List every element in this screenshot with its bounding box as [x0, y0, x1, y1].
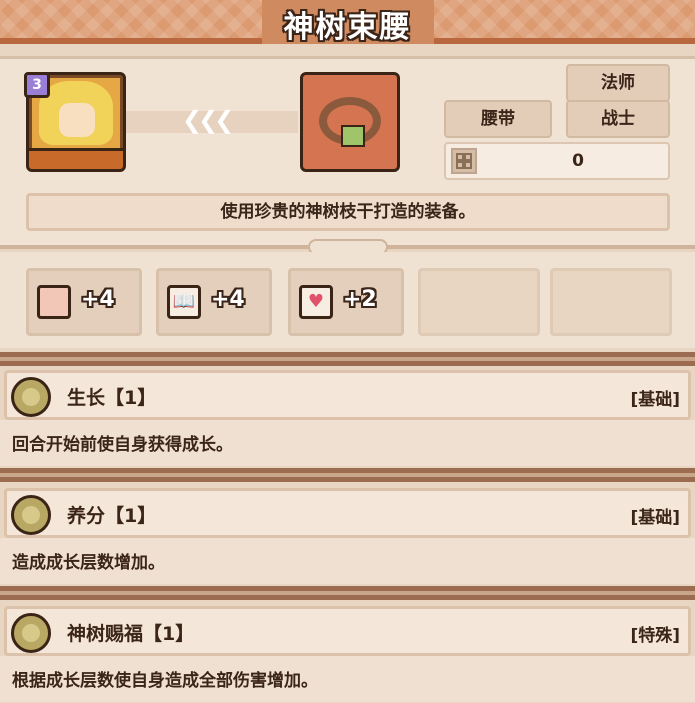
skill-type: [特殊]	[630, 626, 680, 646]
fist-icon	[37, 285, 71, 319]
belt-item-icon	[300, 72, 400, 172]
grid-cell	[456, 161, 464, 169]
item-title: 神树束腰	[283, 10, 412, 45]
stat-strength: +4	[26, 268, 142, 336]
hero-level-badge: 3	[24, 72, 50, 98]
item-description: 使用珍贵的神树枝干打造的装备。	[26, 193, 670, 231]
book-icon: 📖	[167, 285, 201, 319]
skill-description: 根据成长层数使自身造成全部伤害增加。	[12, 671, 318, 691]
skill-body: 根据成长层数使自身造成全部伤害增加。	[0, 656, 695, 702]
grid-icon	[451, 148, 477, 174]
skill-emblem-icon	[11, 377, 51, 417]
portrait-base	[29, 148, 123, 169]
section-separator	[0, 352, 695, 366]
skill-emblem-icon	[11, 613, 51, 653]
portrait-face	[59, 103, 95, 137]
skill-header[interactable]: 养分【1】 [基础]	[4, 488, 691, 538]
stat-slot-empty	[550, 268, 672, 336]
slot-tag: 腰带	[444, 100, 552, 138]
belt-gem-icon	[341, 125, 365, 147]
title-banner: 神树束腰	[0, 0, 695, 45]
stat-intellect: 📖 +4	[156, 268, 272, 336]
grid-cell	[456, 153, 464, 161]
heart-icon: ♥	[299, 285, 333, 319]
transfer-arrows-icon: ❮❮❮	[182, 106, 234, 134]
grid-cell	[464, 153, 472, 161]
skill-header[interactable]: 神树赐福【1】 [特殊]	[4, 606, 691, 656]
skill-name: 生长【1】	[67, 387, 157, 409]
stat-value: +4	[211, 287, 245, 312]
class-tag-mage: 法师	[566, 64, 670, 102]
section-separator	[0, 586, 695, 600]
stat-slot-empty	[418, 268, 540, 336]
skill-header[interactable]: 生长【1】 [基础]	[4, 370, 691, 420]
skill-body: 回合开始前使自身获得成长。	[0, 420, 695, 466]
count-value: 0	[572, 151, 584, 171]
skill-type: [基础]	[630, 508, 680, 528]
skill-name: 养分【1】	[67, 505, 157, 527]
stat-value: +4	[81, 287, 115, 312]
skill-name: 神树赐福【1】	[67, 623, 195, 645]
section-separator	[0, 468, 695, 482]
grid-cell	[464, 161, 472, 169]
stat-value: +2	[343, 287, 377, 312]
skill-type: [基础]	[630, 390, 680, 410]
skill-body: 造成成长层数增加。	[0, 538, 695, 584]
skill-description: 回合开始前使自身获得成长。	[12, 435, 233, 455]
skill-description: 造成成长层数增加。	[12, 553, 165, 573]
class-tag-warrior: 战士	[566, 100, 670, 138]
stat-health: ♥ +2	[288, 268, 404, 336]
skill-emblem-icon	[11, 495, 51, 535]
